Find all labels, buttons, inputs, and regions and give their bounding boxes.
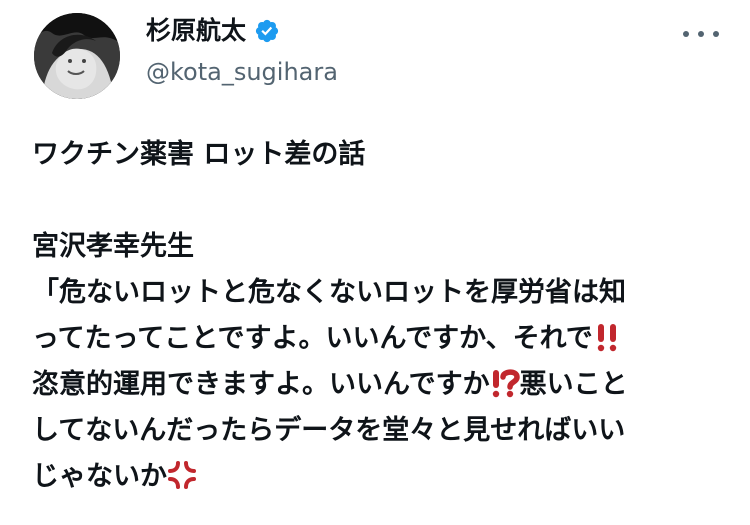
tweet-text: ワクチン薬害 ロット差の話 宮沢孝幸先生 「危ないロットと危なくないロットを厚労… — [32, 132, 722, 500]
tweet-line-text: じゃないか — [32, 461, 167, 492]
anger-symbol-emoji — [167, 459, 197, 505]
tweet-line-text: ってたってことですよ。いいんですか、それで — [32, 323, 593, 354]
double-exclamation-emoji — [593, 321, 621, 367]
avatar[interactable] — [34, 13, 120, 99]
more-horizontal-icon — [683, 31, 689, 37]
tweet-line: してないんだったらデータを堂々と見せればいい — [32, 415, 626, 446]
author-name-text: 杉原航太 — [146, 16, 247, 45]
interrobang-emoji — [490, 367, 520, 413]
more-dot — [698, 31, 704, 37]
verified-badge-icon — [254, 18, 280, 44]
tweet-line: ワクチン薬害 ロット差の話 — [32, 139, 366, 170]
tweet-line: 「危ないロットと危なくないロットを厚労省は知 — [32, 277, 626, 308]
tweet-line-text: 恣意的運用できますよ。いいんですか — [32, 369, 490, 400]
tweet-line: 宮沢孝幸先生 — [32, 231, 194, 262]
tweet-line-with-emoji: ってたってことですよ。いいんですか、それで — [32, 316, 722, 362]
avatar-photo — [34, 13, 120, 99]
author-name[interactable]: 杉原航太 — [146, 14, 280, 48]
more-options-button[interactable] — [683, 24, 719, 44]
tweet-card: 杉原航太 @kota_sugihara ワクチン薬害 ロット差の話 宮沢孝幸先生… — [0, 0, 750, 525]
tweet-line-with-emoji: 恣意的運用できますよ。いいんですか 悪いこと — [32, 362, 722, 408]
tweet-line-with-emoji: じゃないか — [32, 454, 722, 500]
tweet-line-text: 悪いこと — [519, 369, 628, 400]
more-dot — [713, 31, 719, 37]
author-handle[interactable]: @kota_sugihara — [146, 56, 338, 88]
